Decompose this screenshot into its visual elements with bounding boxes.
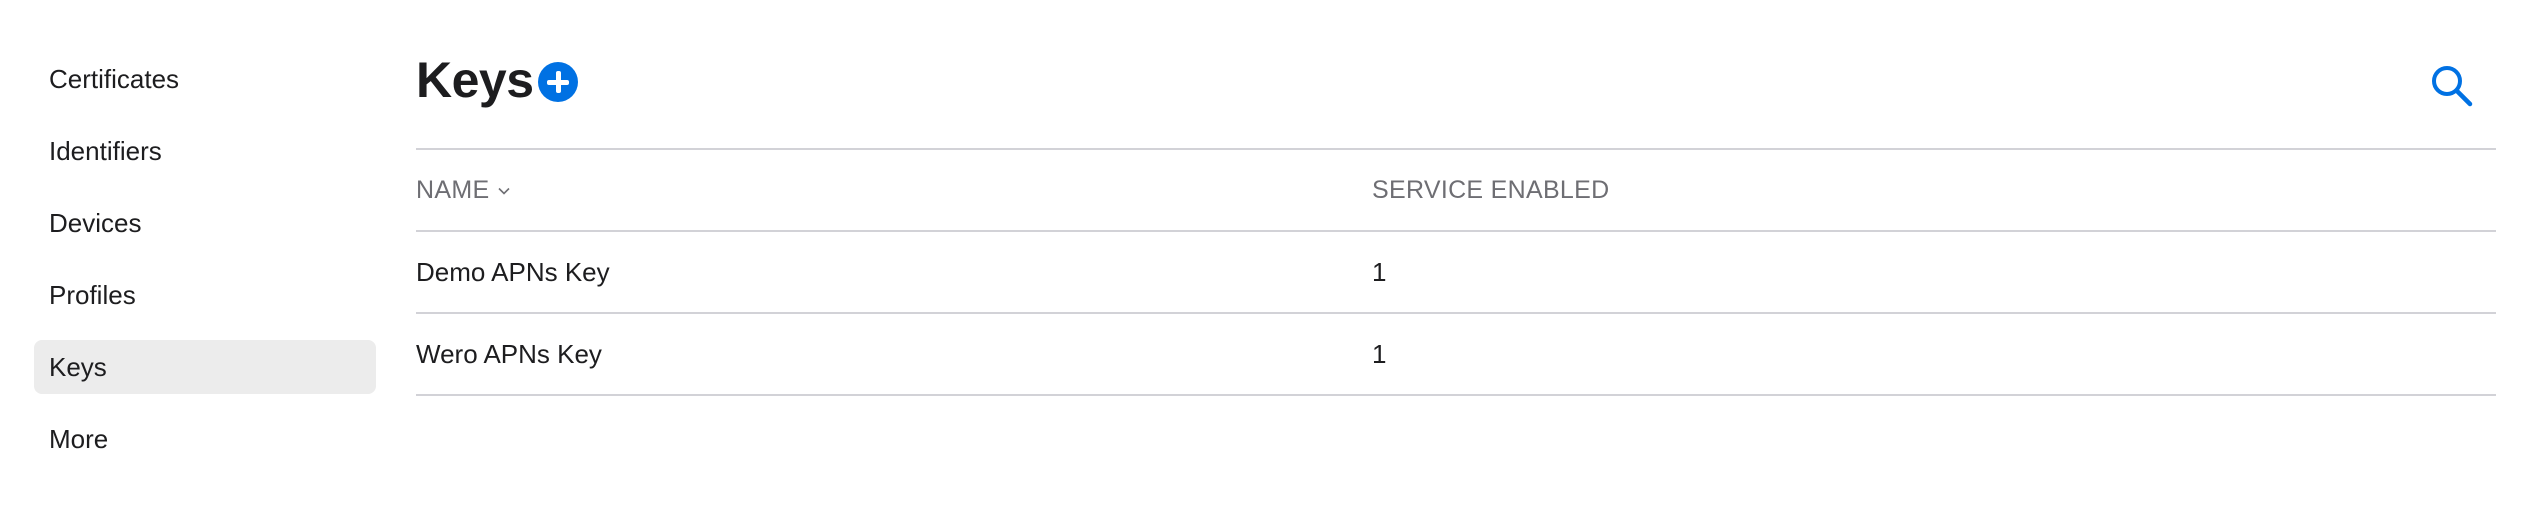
sidebar-item-label: Devices [49, 207, 142, 238]
sidebar-item-label: More [49, 423, 109, 454]
sidebar-item-more[interactable]: More [34, 412, 376, 466]
main-content: Keys NAME SERVICE ENABLED Demo APNs Key … [416, 0, 2496, 396]
sidebar: Certificates Identifiers Devices Profile… [34, 52, 376, 484]
sidebar-item-profiles[interactable]: Profiles [34, 268, 376, 322]
search-button[interactable] [2428, 62, 2476, 110]
chevron-down-icon [498, 187, 511, 195]
table-row[interactable]: Demo APNs Key 1 [416, 232, 2496, 314]
page-header: Keys [416, 0, 2496, 148]
sidebar-item-identifiers[interactable]: Identifiers [34, 124, 376, 178]
table-header-row: NAME SERVICE ENABLED [416, 150, 2496, 232]
sidebar-item-devices[interactable]: Devices [34, 196, 376, 250]
column-header-label: NAME [416, 176, 490, 204]
column-header-label: SERVICE ENABLED [1372, 176, 1610, 204]
search-icon [2432, 66, 2473, 107]
services-enabled-cell: 1 [1372, 257, 1387, 287]
key-name-cell[interactable]: Wero APNs Key [416, 339, 602, 370]
sidebar-item-certificates[interactable]: Certificates [34, 52, 376, 106]
add-key-button[interactable] [538, 62, 578, 102]
table-row[interactable]: Wero APNs Key 1 [416, 314, 2496, 396]
sidebar-item-label: Identifiers [49, 135, 162, 166]
key-name-cell[interactable]: Demo APNs Key [416, 257, 610, 288]
column-header-service-enabled[interactable]: SERVICE ENABLED [1372, 176, 1609, 205]
sidebar-item-label: Keys [49, 351, 107, 382]
sidebar-item-keys[interactable]: Keys [34, 340, 376, 394]
page-title: Keys [416, 52, 534, 108]
sidebar-item-label: Profiles [49, 279, 136, 310]
keys-table: NAME SERVICE ENABLED Demo APNs Key 1 Wer… [416, 150, 2496, 396]
column-header-name[interactable]: NAME [416, 176, 511, 205]
sidebar-item-label: Certificates [49, 63, 180, 94]
services-enabled-cell: 1 [1372, 339, 1387, 369]
